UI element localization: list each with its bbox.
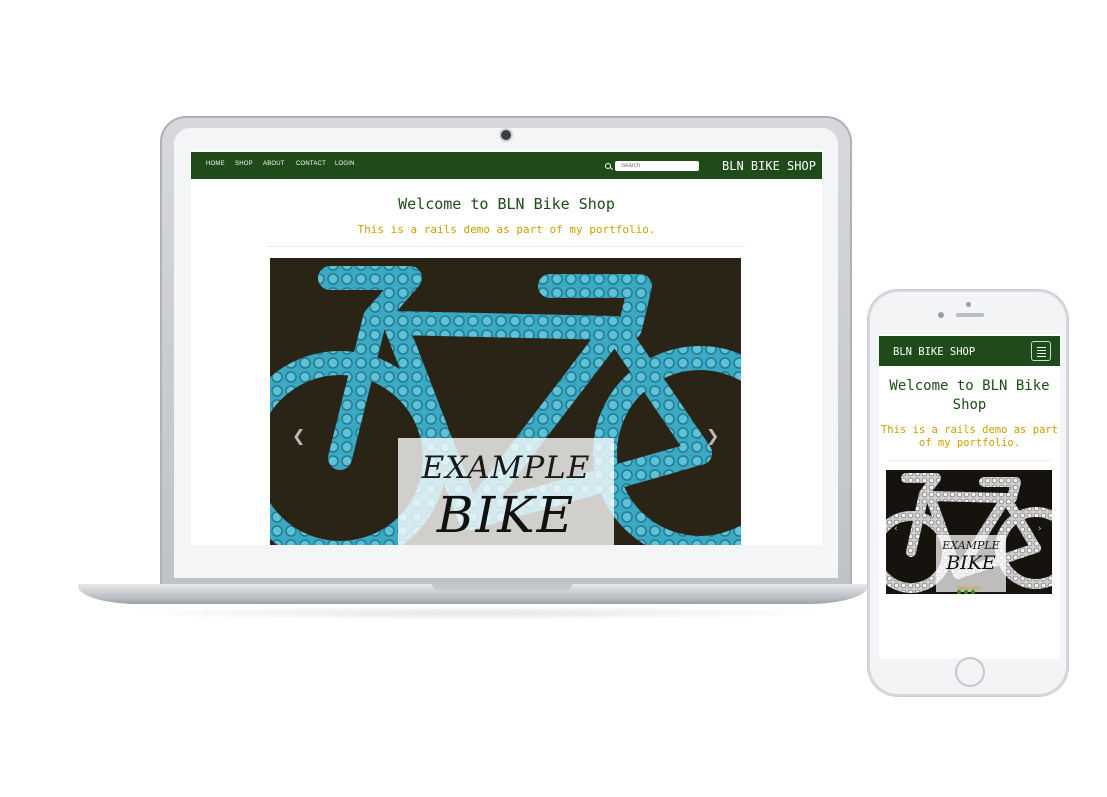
nav-link-home[interactable]: HOME [206,161,225,167]
hamburger-menu-icon[interactable] [1031,341,1051,361]
laptop-camera-icon [501,130,511,140]
phone-caption-line-2: BIKE [946,552,996,574]
phone-caption-subtitle: Bikernator [957,586,981,592]
page-title: Welcome to BLN Bike Shop [398,195,615,213]
divider [266,246,746,247]
phone-carousel-next-icon[interactable]: › [1038,524,1042,534]
phone-carousel-prev-icon[interactable]: ‹ [894,524,898,534]
nav-link-about[interactable]: ABOUT [263,161,285,167]
brand-logo[interactable]: BLN BIKE SHOP [722,159,816,173]
phone-home-button [955,657,985,687]
phone-sensor-icon [966,302,971,307]
phone-page-title: Welcome to BLN Bike Shop [889,378,1050,413]
carousel-next-icon[interactable]: ❯ [706,426,719,445]
phone-speaker [956,313,984,317]
phone-camera-icon [938,312,944,318]
nav-link-shop[interactable]: SHOP [235,161,253,167]
laptop-navbar: HOME SHOP ABOUT CONTACT LOGIN BLN BIKE S… [191,152,822,179]
phone-image-carousel[interactable]: ‹ › EXAMPLE BIKE Bikernator [886,470,1052,594]
phone-brand-logo[interactable]: BLN BIKE SHOP [893,346,975,358]
caption-line-2: BIKE [436,486,576,544]
phone-page-tagline: This is a rails demo as part of my portf… [880,424,1058,449]
phone-caption-line-1: EXAMPLE [942,539,1000,552]
search-icon[interactable] [605,163,611,169]
phone-screen: BLN BIKE SHOP Welcome to BLN Bike Shop T… [879,334,1060,659]
laptop-screen: HOME SHOP ABOUT CONTACT LOGIN BLN BIKE S… [191,150,822,545]
phone-divider [888,460,1051,461]
laptop-shadow [110,606,840,620]
caption-line-1: EXAMPLE [421,450,591,486]
page-tagline: This is a rails demo as part of my portf… [357,223,656,236]
carousel-prev-icon[interactable]: ❮ [292,426,305,445]
phone-navbar: BLN BIKE SHOP [879,336,1060,366]
search-input[interactable] [615,161,699,171]
nav-link-contact[interactable]: CONTACT [296,161,326,167]
image-carousel[interactable]: ❮ ❯ EXAMPLE BIKE [270,258,741,545]
laptop-notch [432,584,572,590]
carousel-caption: EXAMPLE BIKE [398,438,614,545]
nav-link-login[interactable]: LOGIN [335,161,355,167]
